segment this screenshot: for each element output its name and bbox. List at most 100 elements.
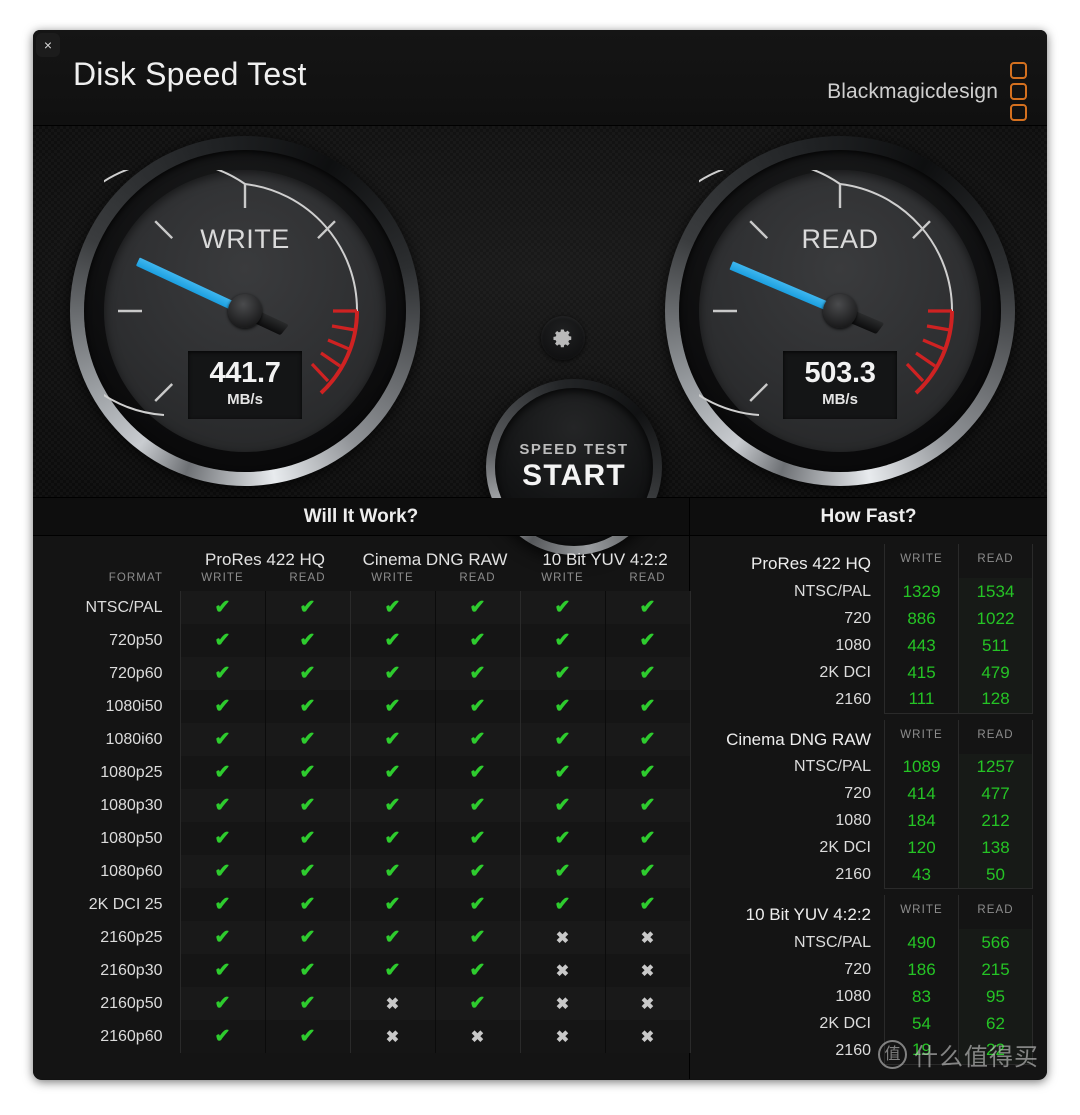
table-row: 2160p60 ✔ ✔ ✖ ✖ ✖ ✖	[33, 1020, 691, 1053]
codec-header: 10 Bit YUV 4:2:2	[542, 550, 668, 569]
support-ok-icon: ✔	[519, 657, 605, 690]
support-ok-icon: ✔	[179, 822, 265, 855]
read-fps-value: 50	[958, 861, 1033, 889]
format-label: 2160p50	[100, 994, 163, 1012]
table-row: 1080p30 ✔ ✔ ✔ ✔ ✔ ✔	[33, 789, 691, 822]
results-area: Will It Work? ProRes 422 HQ Cinema DNG R…	[33, 498, 1047, 1079]
support-ok-icon: ✔	[179, 756, 265, 789]
settings-button[interactable]	[541, 316, 585, 360]
codec-header-row: ProRes 422 HQ Cinema DNG RAW 10 Bit YUV …	[33, 536, 690, 572]
resolution-label: 1080	[835, 812, 871, 829]
support-ok-icon: ✔	[179, 624, 265, 657]
resolution-label: 2160	[835, 866, 871, 883]
support-ok-icon: ✔	[604, 789, 691, 822]
will-it-work-title: Will It Work?	[33, 498, 689, 536]
watermark: 值 什么值得买	[878, 1037, 1039, 1072]
close-icon[interactable]: ×	[36, 33, 60, 57]
write-fps-value: 886	[884, 605, 959, 632]
write-subheader: WRITE	[201, 572, 244, 584]
support-ok-icon: ✔	[519, 723, 605, 756]
read-subheader: READ	[459, 572, 496, 584]
brand-logo: Blackmagicdesign	[827, 62, 1027, 121]
watermark-badge-icon: 值	[878, 1040, 907, 1069]
support-ok-icon: ✔	[434, 690, 520, 723]
support-ok-icon: ✔	[264, 987, 350, 1020]
table-row: 720 186 215	[690, 956, 1033, 983]
support-ok-icon: ✔	[179, 954, 265, 987]
titlebar: × Disk Speed Test Blackmagicdesign	[33, 30, 1047, 126]
write-fps-value: 1329	[884, 578, 959, 605]
support-ok-icon: ✔	[264, 888, 350, 921]
format-label: 720p60	[109, 664, 163, 682]
resolution-label: 2K DCI	[819, 839, 871, 856]
resolution-label: 2160	[835, 690, 871, 708]
support-ok-icon: ✔	[519, 690, 605, 723]
table-row: 2K DCI 54 62	[690, 1010, 1033, 1037]
support-ok-icon: ✔	[519, 789, 605, 822]
support-ok-icon: ✔	[604, 657, 691, 690]
support-ok-icon: ✔	[349, 855, 435, 888]
support-ok-icon: ✔	[264, 723, 350, 756]
support-ok-icon: ✔	[264, 921, 350, 954]
format-label: 2K DCI 25	[88, 895, 163, 913]
table-row: 2160p25 ✔ ✔ ✔ ✔ ✖ ✖	[33, 921, 691, 954]
subheader-row: FORMAT WRITE READ WRITE READ WRITE READ	[33, 572, 690, 591]
read-fps-value: 1534	[958, 578, 1033, 605]
support-ok-icon: ✔	[264, 756, 350, 789]
write-fps-value: 443	[884, 632, 959, 659]
support-ok-icon: ✔	[264, 1020, 350, 1053]
read-subheader: READ	[958, 544, 1033, 578]
write-gauge-label: WRITE	[200, 224, 290, 254]
read-fps-value: 138	[958, 834, 1033, 862]
read-unit: MB/s	[822, 391, 858, 408]
write-fps-value: 415	[884, 659, 959, 686]
resolution-label: 2K DCI	[819, 1014, 871, 1032]
support-ok-icon: ✔	[519, 756, 605, 789]
support-ok-icon: ✔	[349, 657, 435, 690]
format-label: 1080p30	[100, 796, 163, 814]
support-ok-icon: ✔	[434, 987, 520, 1020]
support-ok-icon: ✔	[434, 822, 520, 855]
support-ok-icon: ✔	[604, 591, 691, 624]
watermark-text: 什么值得买	[914, 1044, 1039, 1071]
support-ok-icon: ✔	[349, 888, 435, 921]
needle-hub	[228, 294, 262, 328]
write-gauge: WRITE 441.7 MB/s	[70, 136, 420, 486]
support-ok-icon: ✔	[349, 822, 435, 855]
will-it-work-panel: Will It Work? ProRes 422 HQ Cinema DNG R…	[33, 498, 691, 1079]
support-fail-icon: ✖	[519, 987, 605, 1020]
support-ok-icon: ✔	[264, 624, 350, 657]
section-header-row: ProRes 422 HQ WRITE READ	[690, 544, 1033, 578]
table-row: 720 886 1022	[690, 605, 1033, 632]
support-fail-icon: ✖	[604, 954, 691, 987]
write-fps-value: 43	[884, 861, 959, 889]
support-ok-icon: ✔	[519, 624, 605, 657]
table-row: 1080 443 511	[690, 632, 1033, 659]
brand-name: Blackmagicdesign	[827, 79, 998, 103]
support-fail-icon: ✖	[604, 921, 691, 954]
needle-hub	[823, 294, 857, 328]
will-it-work-table: ProRes 422 HQ Cinema DNG RAW 10 Bit YUV …	[33, 536, 691, 1053]
table-row: 1080p25 ✔ ✔ ✔ ✔ ✔ ✔	[33, 756, 691, 789]
table-row: NTSC/PAL 1089 1257	[690, 753, 1033, 781]
table-row: 2160 111 128	[690, 686, 1033, 714]
resolution-label: 720	[844, 785, 871, 802]
table-row: 1080p60 ✔ ✔ ✔ ✔ ✔ ✔	[33, 855, 691, 888]
codec-header: 10 Bit YUV 4:2:2	[745, 905, 871, 924]
table-row: 2K DCI 120 138	[690, 834, 1033, 862]
table-row: 720p50 ✔ ✔ ✔ ✔ ✔ ✔	[33, 624, 691, 657]
support-ok-icon: ✔	[604, 888, 691, 921]
read-fps-value: 566	[958, 929, 1033, 956]
resolution-label: NTSC/PAL	[793, 582, 871, 600]
support-ok-icon: ✔	[349, 756, 435, 789]
write-fps-value: 490	[884, 929, 959, 956]
write-subheader: WRITE	[884, 719, 959, 754]
support-ok-icon: ✔	[604, 690, 691, 723]
table-row: 1080i50 ✔ ✔ ✔ ✔ ✔ ✔	[33, 690, 691, 723]
support-ok-icon: ✔	[179, 591, 265, 624]
format-label: 1080i60	[105, 730, 163, 748]
gauges-panel: WRITE 441.7 MB/s READ 503.3 MB/s SPEED T…	[33, 126, 1047, 555]
support-ok-icon: ✔	[604, 723, 691, 756]
table-row: 1080 83 95	[690, 983, 1033, 1010]
section-header-row: Cinema DNG RAW WRITE READ	[690, 719, 1033, 754]
